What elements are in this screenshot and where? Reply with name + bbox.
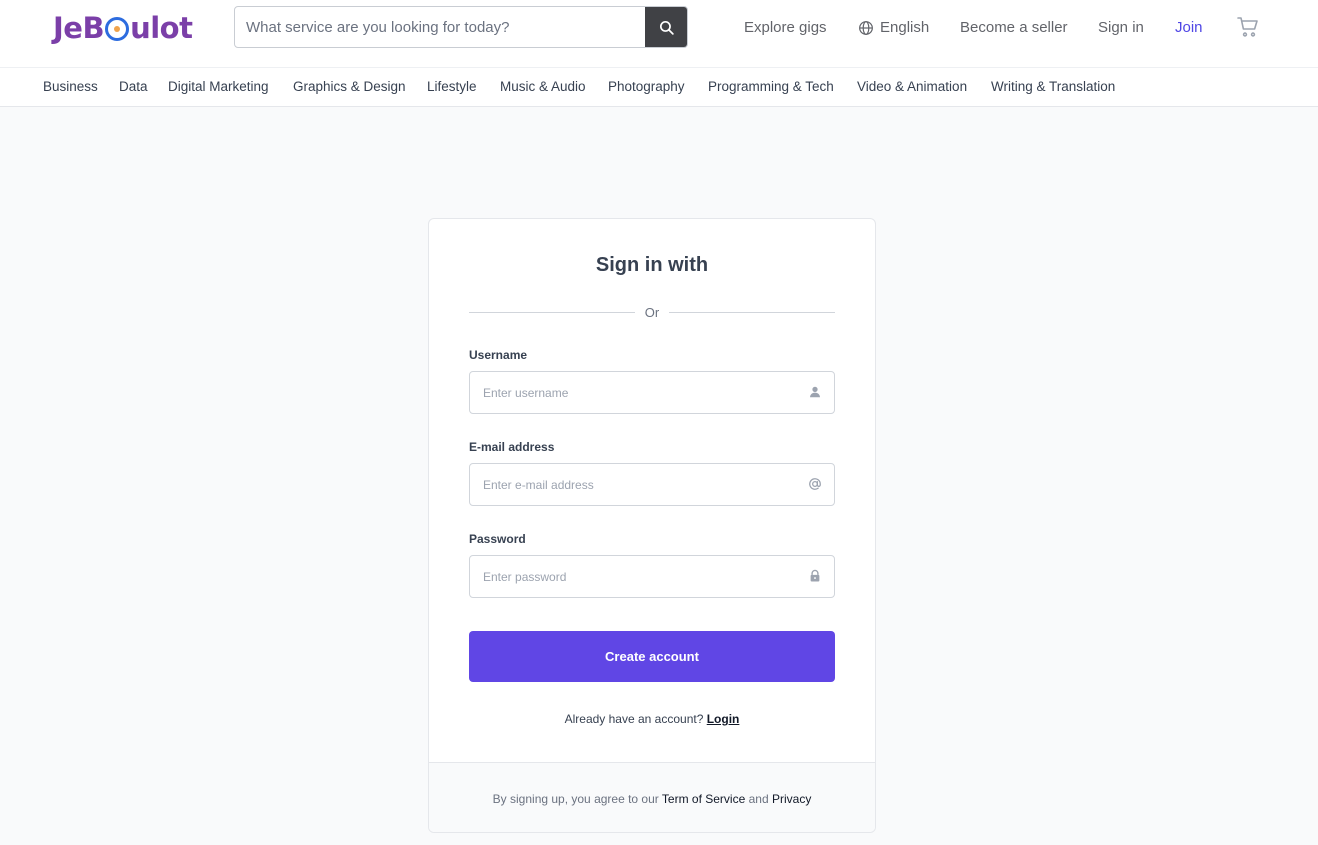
user-icon xyxy=(810,386,820,398)
cart-icon xyxy=(1237,17,1258,37)
search-icon xyxy=(659,20,674,35)
search-input[interactable] xyxy=(235,7,647,47)
explore-gigs-link[interactable]: Explore gigs xyxy=(744,18,827,38)
category-digital-marketing[interactable]: Digital Marketing xyxy=(168,78,269,96)
login-link[interactable]: Login xyxy=(707,712,740,726)
terms-and: and xyxy=(748,792,769,806)
category-photography[interactable]: Photography xyxy=(608,78,685,96)
category-writing-translation[interactable]: Writing & Translation xyxy=(991,78,1115,96)
create-account-button[interactable]: Create account xyxy=(469,631,835,682)
username-input[interactable] xyxy=(470,372,800,413)
search-button[interactable] xyxy=(645,7,687,47)
signup-card: Sign in with Or Username E-mail address … xyxy=(428,218,876,833)
password-label: Password xyxy=(469,532,526,546)
join-link[interactable]: Join xyxy=(1175,18,1203,38)
email-field xyxy=(469,463,835,506)
password-input[interactable] xyxy=(470,556,800,597)
card-footer: By signing up, you agree to our Term of … xyxy=(429,762,875,832)
terms-prefix: By signing up, you agree to our xyxy=(492,792,659,806)
category-lifestyle[interactable]: Lifestyle xyxy=(427,78,477,96)
category-music-audio[interactable]: Music & Audio xyxy=(500,78,586,96)
email-label: E-mail address xyxy=(469,440,555,454)
logo-mark-icon xyxy=(105,17,130,41)
become-seller-link[interactable]: Become a seller xyxy=(960,18,1068,38)
category-data[interactable]: Data xyxy=(119,78,148,96)
search-bar xyxy=(234,6,688,48)
category-graphics-design[interactable]: Graphics & Design xyxy=(293,78,406,96)
cart-button[interactable] xyxy=(1236,15,1260,39)
language-label: English xyxy=(880,19,930,36)
sign-in-link[interactable]: Sign in xyxy=(1098,18,1144,38)
globe-icon xyxy=(859,21,873,35)
login-prompt: Already have an account? Login xyxy=(429,712,875,726)
category-programming-tech[interactable]: Programming & Tech xyxy=(708,78,834,96)
card-title: Sign in with xyxy=(595,254,709,276)
category-business[interactable]: Business xyxy=(43,78,98,96)
lock-icon xyxy=(810,569,820,582)
username-field xyxy=(469,371,835,414)
terms-of-service-link[interactable]: Term of Service xyxy=(662,792,745,806)
category-video-animation[interactable]: Video & Animation xyxy=(857,78,967,96)
terms-notice: By signing up, you agree to our Term of … xyxy=(429,792,875,806)
language-selector[interactable]: English xyxy=(858,18,929,38)
divider-line-right xyxy=(669,312,835,313)
privacy-link[interactable]: Privacy xyxy=(772,792,811,806)
or-divider: Or xyxy=(469,305,835,321)
category-bar: Business Data Digital Marketing Graphics… xyxy=(0,68,1318,107)
logo-text-start: JeB xyxy=(53,11,105,45)
at-icon xyxy=(809,478,821,490)
logo[interactable]: JeB ulot xyxy=(53,10,203,46)
logo-text-end: ulot xyxy=(130,11,193,45)
top-header: JeB ulot Explore gigs English Become a se… xyxy=(0,0,1318,68)
username-label: Username xyxy=(469,348,528,362)
password-field xyxy=(469,555,835,598)
email-input[interactable] xyxy=(470,464,800,505)
login-prompt-text: Already have an account? xyxy=(564,712,704,726)
